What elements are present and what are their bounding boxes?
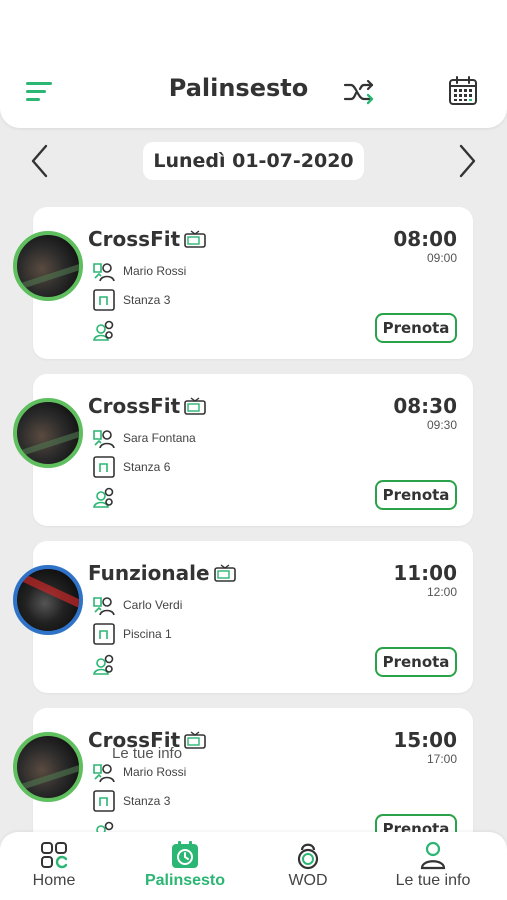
tv-icon [184, 229, 206, 248]
nav-le-tue-info[interactable]: Le tue info [370, 832, 496, 900]
date-label: Lunedì 01-07-2020 [143, 142, 364, 180]
calendar-clock-icon [172, 841, 198, 868]
instructor-row: Mario Rossi [92, 761, 186, 783]
class-end-time: 09:30 [426, 418, 457, 432]
instructor-row: Mario Rossi [92, 260, 186, 282]
participants-icon [93, 487, 114, 508]
page-title: Palinsesto [168, 74, 309, 102]
instructor-name: Mario Rossi [123, 765, 187, 779]
room-row: Piscina 1 [92, 623, 172, 645]
tv-icon [213, 563, 236, 582]
instructor-icon [93, 263, 115, 282]
room-row: Stanza 3 [92, 289, 170, 311]
nav-label: Le tue info [395, 872, 471, 889]
nav-palinsesto[interactable]: Palinsesto [122, 832, 248, 900]
class-avatar [13, 398, 83, 468]
room-name: Stanza 6 [123, 460, 171, 474]
class-start-time: 08:30 [393, 394, 457, 418]
participants-row [92, 654, 116, 676]
class-avatar [13, 231, 83, 301]
class-title: CrossFit [88, 227, 206, 251]
instructor-icon [93, 430, 115, 449]
nav-label: WOD [288, 872, 328, 889]
nav-wod[interactable]: WOD [245, 832, 371, 900]
room-name: Stanza 3 [123, 794, 171, 808]
room-icon [93, 456, 115, 478]
class-end-time: 12:00 [426, 585, 457, 599]
class-end-time: 17:00 [426, 752, 457, 766]
room-name: Stanza 3 [123, 293, 171, 307]
room-icon [93, 289, 115, 311]
class-avatar [13, 732, 83, 802]
overlay-label: Le tue info [112, 745, 183, 762]
instructor-row: Carlo Verdi [92, 594, 182, 616]
participants-icon [93, 320, 114, 341]
instructor-name: Sara Fontana [123, 431, 196, 445]
book-button[interactable]: Prenota [375, 313, 457, 343]
instructor-name: Mario Rossi [123, 264, 187, 278]
tv-icon [184, 396, 206, 415]
room-name: Piscina 1 [123, 627, 172, 641]
calendar-icon[interactable] [447, 75, 479, 107]
room-icon [93, 790, 115, 812]
bottom-nav: Home Palinsesto WOD Le tue info [0, 832, 507, 900]
room-row: Stanza 6 [92, 456, 170, 478]
room-row: Stanza 3 [92, 790, 170, 812]
instructor-row: Sara Fontana [92, 427, 196, 449]
class-end-time: 09:00 [426, 251, 457, 265]
room-icon [93, 623, 115, 645]
class-title: Funzionale [88, 561, 236, 585]
class-start-time: 11:00 [393, 561, 457, 585]
class-start-time: 15:00 [393, 728, 457, 752]
kettlebell-icon [297, 843, 319, 870]
participants-icon [93, 654, 114, 675]
nav-label: Home [32, 872, 76, 889]
home-grid-icon [41, 842, 68, 869]
app-header: Palinsesto [0, 0, 507, 128]
participants-row [92, 487, 116, 509]
instructor-name: Carlo Verdi [123, 598, 183, 612]
class-start-time: 08:00 [393, 227, 457, 251]
nav-home[interactable]: Home [0, 832, 117, 900]
instructor-icon [93, 597, 115, 616]
tv-icon [184, 730, 206, 749]
class-card[interactable]: Funzionale 11:00 12:00 Carlo Verdi Pisci… [13, 541, 473, 693]
class-title: CrossFit [88, 394, 206, 418]
user-icon [420, 841, 446, 870]
participants-row [92, 320, 116, 342]
class-card[interactable]: CrossFit 08:30 09:30 Sara Fontana Stanza… [13, 374, 473, 526]
instructor-icon [93, 764, 115, 783]
next-day-button[interactable] [455, 143, 479, 179]
previous-day-button[interactable] [28, 143, 52, 179]
book-button[interactable]: Prenota [375, 647, 457, 677]
book-button[interactable]: Prenota [375, 480, 457, 510]
nav-label: Palinsesto [144, 872, 226, 889]
class-card[interactable]: CrossFit 08:00 09:00 Mario Rossi Stanza … [13, 207, 473, 359]
class-avatar [13, 565, 83, 635]
shuffle-icon[interactable] [342, 76, 376, 108]
